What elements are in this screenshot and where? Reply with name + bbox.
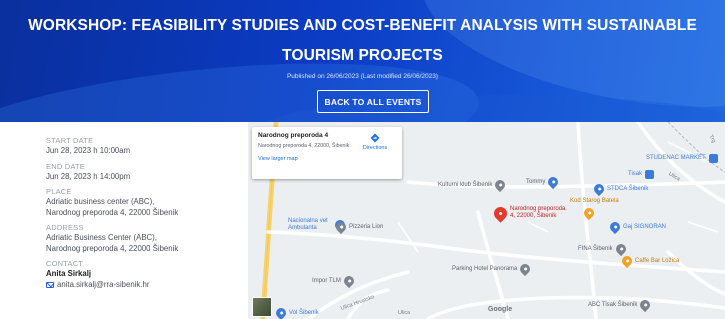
- place-field: PLACE Adriatic business center (ABC), Na…: [46, 187, 248, 218]
- start-date-field: START DATE Jun 28, 2023 h 10:00am: [46, 136, 248, 157]
- poi-stdca[interactable]: STDCA Šibenik: [591, 181, 649, 197]
- poi-label: Caffe Bar Ložica: [635, 257, 680, 264]
- poi-kulturni[interactable]: Kulturni klub Šibenik: [438, 177, 508, 193]
- poi-orange-marker[interactable]: [581, 205, 597, 221]
- event-title-line1: WORKSHOP: FEASIBILITY STUDIES AND COST-B…: [28, 17, 697, 34]
- email-icon: [46, 281, 54, 288]
- poi-label: STDCA Šibenik: [607, 185, 649, 192]
- poi-event-location[interactable]: Narodnog preporoda 4, 22000, Šibenik: [491, 203, 572, 223]
- map-pin-icon: [493, 177, 508, 193]
- contact-field: CONTACT Anita Sirkalj anita.sirkalj@rra-…: [46, 259, 248, 290]
- event-hero-banner: WORKSHOP: FEASIBILITY STUDIES AND COST-B…: [0, 0, 725, 122]
- embedded-map[interactable]: Narodnog preporoda 4 Narodnog preporoda …: [248, 122, 725, 319]
- poi-gaj-signoran[interactable]: Gaj SIGNORAN: [607, 219, 667, 235]
- poi-label: ABC Tisak Šibenik: [588, 301, 638, 308]
- event-title-line2: TOURISM PROJECTS: [282, 47, 443, 64]
- end-date-field: END DATE Jun 28, 2023 h 14:00pm: [46, 162, 248, 183]
- poi-tommy[interactable]: Tommy: [526, 174, 561, 190]
- address-label: ADDRESS: [46, 223, 84, 232]
- event-title: WORKSHOP: FEASIBILITY STUDIES AND COST-B…: [0, 15, 725, 67]
- poi-label: Tisak: [628, 171, 643, 177]
- map-pin-icon: [619, 253, 635, 269]
- event-details: START DATE Jun 28, 2023 h 10:00am END DA…: [0, 122, 248, 319]
- poi-fina[interactable]: FINA Šibenik: [578, 241, 628, 257]
- place-line2: Narodnog preporoda 4, 22000 Šibenik: [46, 207, 179, 217]
- place-line1: Adriatic business center (ABC),: [46, 197, 155, 206]
- shop-icon: [708, 154, 718, 163]
- poi-impor[interactable]: Impor TLM: [312, 273, 356, 289]
- published-meta: Published on 26/06/2023 (Last modified 2…: [286, 73, 439, 80]
- end-date-label: END DATE: [46, 161, 85, 171]
- poi-label: Vol Šibenik: [289, 309, 319, 316]
- map-pin-icon: [273, 305, 289, 319]
- event-location-pin-icon: [491, 203, 510, 223]
- poi-label: Parking Hotel Panorama: [452, 265, 518, 272]
- shop-icon: [645, 170, 655, 179]
- map-pin-icon: [613, 241, 628, 257]
- map-pin-icon: [638, 297, 653, 313]
- contact-label: CONTACT: [46, 259, 84, 268]
- contact-name: Anita Sirkalj: [46, 269, 92, 278]
- map-pin-icon: [591, 181, 607, 197]
- place-card-address: Narodnog preporoda 4, 22000, Šibenik: [258, 143, 350, 149]
- map-pin-icon: [607, 219, 623, 235]
- poi-label: STUDENAC MARKET: [646, 155, 706, 161]
- poi-label: Kod Starog Batela: [570, 198, 619, 204]
- poi-label: Impor TLM: [312, 277, 341, 284]
- poi-tisak[interactable]: Tisak: [628, 170, 655, 179]
- map-pin-icon: [546, 174, 561, 190]
- address-field: ADDRESS Adriatic Business Center (ABC), …: [46, 223, 248, 254]
- map-place-card: Narodnog preporoda 4 Narodnog preporoda …: [252, 127, 402, 179]
- poi-label: Gaj SIGNORAN: [623, 223, 667, 230]
- back-to-all-events-button[interactable]: BACK TO ALL EVENTS: [317, 90, 429, 113]
- road-label: Ulica: [398, 310, 411, 316]
- contact-email-row[interactable]: anita.sirkalj@rra-sibenik.hr: [46, 280, 248, 291]
- poi-label: Pizzeria Lion: [349, 223, 384, 230]
- poi-pizzeria[interactable]: Pizzeria Lion: [333, 219, 384, 235]
- poi-parking-panorama[interactable]: Parking Hotel Panorama: [452, 261, 533, 277]
- poi-label: Narodnog preporoda 4, 22000, Šibenik: [510, 206, 566, 219]
- view-larger-map-link[interactable]: View larger map: [258, 156, 396, 162]
- poi-kod-starog-batela[interactable]: Kod Starog Batela: [570, 198, 619, 205]
- contact-email[interactable]: anita.sirkalj@rra-sibenik.hr: [57, 280, 149, 291]
- map-pin-icon: [333, 219, 349, 235]
- directions-label: Directions: [362, 145, 388, 151]
- directions-icon: [370, 133, 380, 143]
- map-pin-icon: [581, 205, 597, 221]
- start-date-value: Jun 28, 2023 h 10:00am: [46, 146, 131, 155]
- address-line1: Adriatic Business Center (ABC),: [46, 233, 157, 242]
- poi-label: FINA Šibenik: [578, 245, 613, 252]
- place-label: PLACE: [46, 187, 72, 196]
- map-pin-icon: [341, 273, 356, 289]
- directions-button[interactable]: Directions: [358, 133, 392, 151]
- poi-abc-tisak[interactable]: ABC Tisak Šibenik: [588, 297, 653, 313]
- address-line2: Narodnog preporoda 4, 22000 Šibenik: [46, 243, 179, 253]
- poi-studenac-market[interactable]: STUDENAC MARKET: [646, 154, 718, 163]
- poi-caffe-bar[interactable]: Caffe Bar Ložica: [619, 253, 680, 269]
- poi-bottom-left[interactable]: Vol Šibenik: [273, 305, 319, 319]
- street-view-thumbnail[interactable]: [252, 297, 272, 317]
- poi-label: Tommy: [526, 178, 546, 185]
- google-logo: Google: [488, 306, 513, 313]
- map-pin-icon: [518, 261, 533, 277]
- poi-label: Nacionalna vet Ambulanta: [288, 218, 328, 231]
- start-date-label: START DATE: [46, 136, 94, 145]
- poi-label: Kulturni klub Šibenik: [438, 181, 493, 188]
- end-date-value: Jun 28, 2023 h 14:00pm: [46, 171, 131, 181]
